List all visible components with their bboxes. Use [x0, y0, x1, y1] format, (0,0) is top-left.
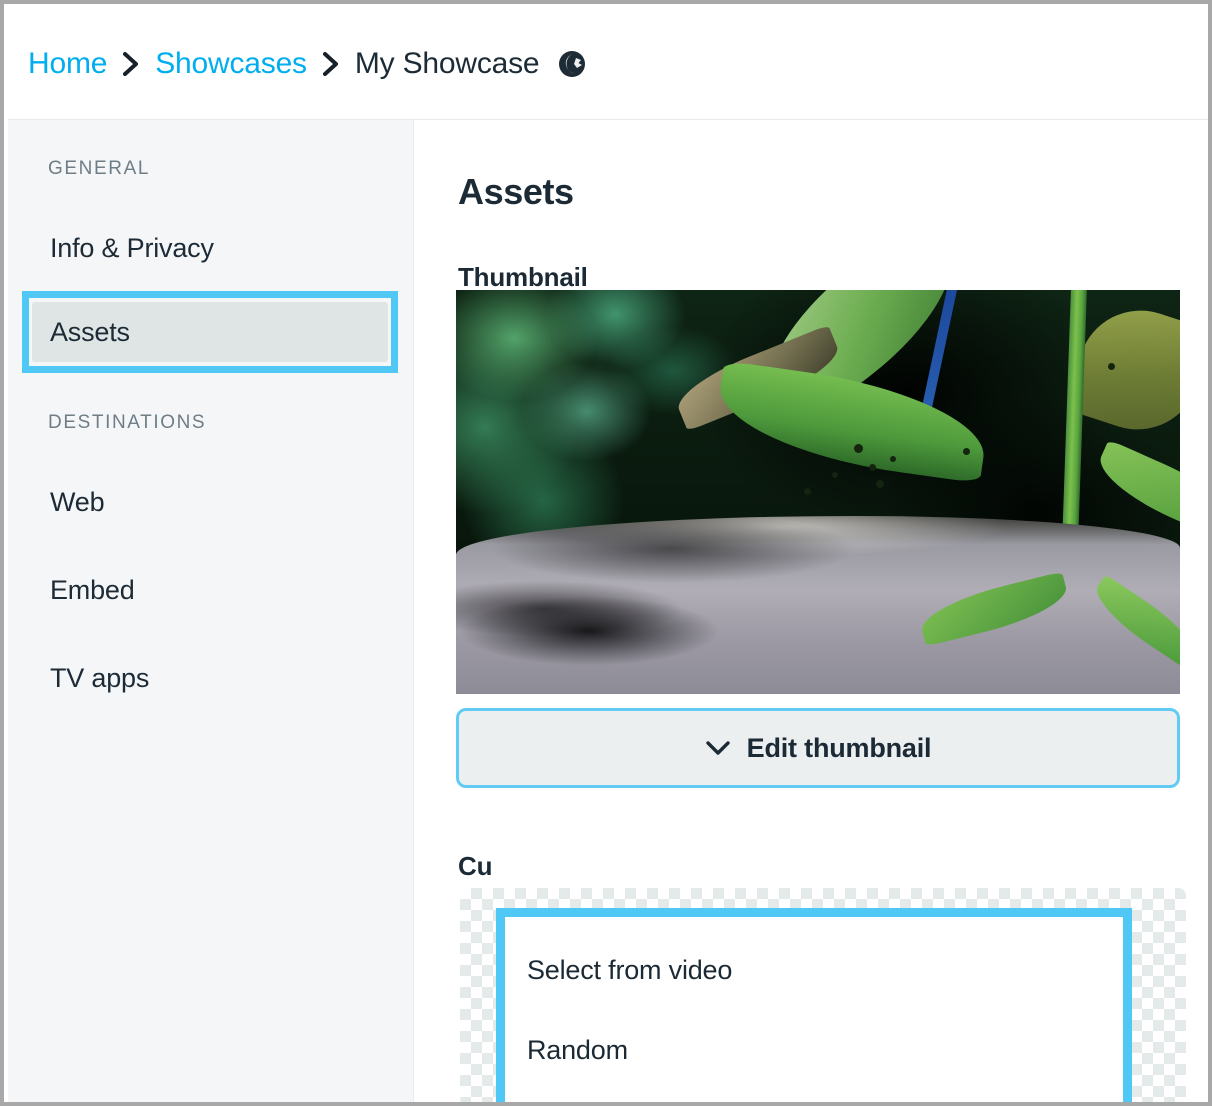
sidebar-item-assets[interactable]: Assets	[32, 302, 388, 362]
menu-item-random[interactable]: Random	[527, 1035, 628, 1066]
settings-sidebar: GENERAL Info & Privacy Assets DESTINATIO…	[8, 120, 414, 1102]
chevron-right-icon	[107, 49, 155, 79]
sidebar-section-general: GENERAL	[48, 158, 151, 179]
edit-thumbnail-label: Edit thumbnail	[746, 732, 932, 763]
chevron-right-icon	[307, 49, 355, 79]
sidebar-item-embed[interactable]: Embed	[32, 560, 388, 620]
page-body: GENERAL Info & Privacy Assets DESTINATIO…	[8, 120, 1208, 1102]
breadcrumb-item-showcases[interactable]: Showcases	[155, 47, 307, 81]
sidebar-item-label: Embed	[50, 574, 135, 605]
sidebar-section-destinations: DESTINATIONS	[48, 412, 207, 433]
custom-section-title: Cu	[458, 850, 493, 881]
breadcrumb-item-current: My Showcase	[354, 46, 540, 80]
breadcrumb: Home Showcases My Showcase	[8, 47, 587, 81]
thumbnail-preview-image	[456, 290, 1180, 694]
sidebar-item-label: TV apps	[50, 662, 150, 693]
thumbnail-section-title: Thumbnail	[458, 261, 588, 292]
chevron-down-icon	[705, 739, 731, 757]
sidebar-item-info-and-privacy[interactable]: Info & Privacy	[32, 218, 388, 278]
sidebar-item-web[interactable]: Web	[32, 472, 388, 532]
menu-item-select-from-video[interactable]: Select from video	[527, 955, 732, 986]
page-header: Home Showcases My Showcase	[8, 8, 1208, 120]
sidebar-item-label: Web	[50, 486, 105, 517]
breadcrumb-item-home[interactable]: Home	[28, 47, 107, 81]
app-window: Home Showcases My Showcase GENERAL Info …	[0, 0, 1212, 1106]
menu-item-label: Random	[527, 1035, 628, 1065]
sidebar-item-label: Info & Privacy	[50, 232, 214, 263]
globe-icon	[557, 49, 587, 79]
sidebar-item-label: Assets	[50, 316, 130, 347]
sidebar-item-tv-apps[interactable]: TV apps	[32, 648, 388, 708]
page-title: Assets	[458, 171, 574, 213]
edit-thumbnail-dropdown-menu: Select from video Random Upload	[505, 917, 1123, 1102]
menu-item-label: Select from video	[527, 955, 733, 985]
edit-thumbnail-button[interactable]: Edit thumbnail	[456, 708, 1180, 788]
